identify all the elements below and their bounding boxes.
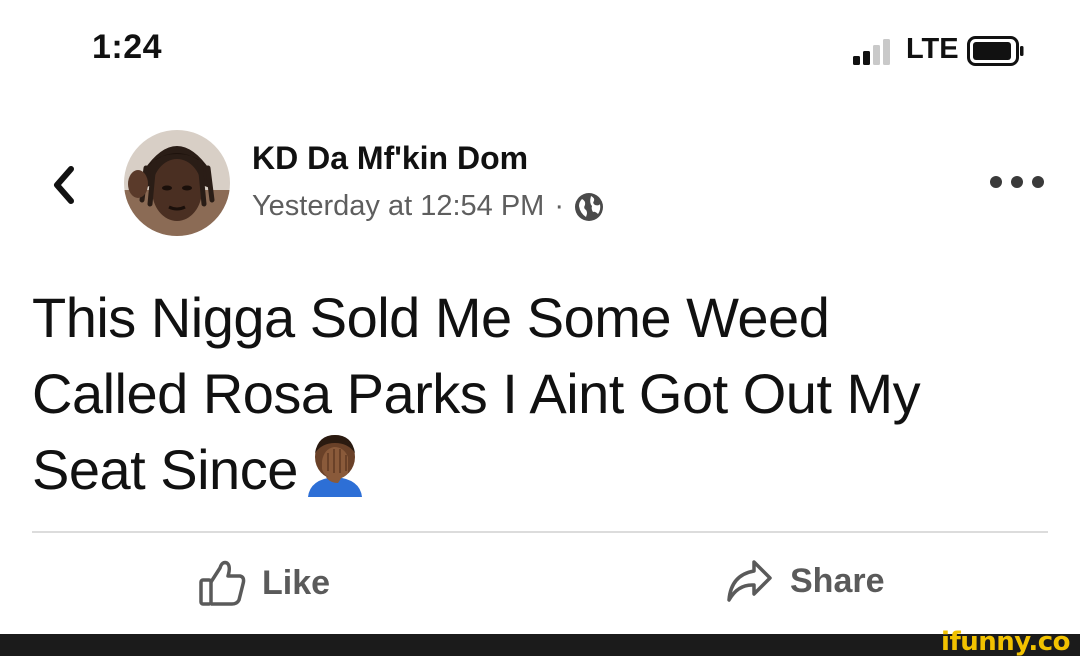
signal-strength-icon — [853, 39, 890, 65]
globe-icon[interactable] — [574, 192, 604, 222]
status-bar: 1:24 LTE — [0, 0, 1080, 100]
action-bar: Like Share — [0, 550, 1080, 630]
author-name[interactable]: KD Da Mf'kin Dom — [252, 140, 528, 177]
post-text: This Nigga Sold Me Some Weed Called Rosa… — [32, 280, 1042, 508]
post-text-line-last: Seat Since — [32, 432, 1042, 508]
author-avatar[interactable] — [124, 130, 230, 236]
post-header: KD Da Mf'kin Dom Yesterday at 12:54 PM · — [0, 120, 1080, 250]
post-meta: Yesterday at 12:54 PM · — [252, 190, 604, 223]
share-button[interactable]: Share — [724, 558, 885, 604]
post-text-line: Called Rosa Parks I Aint Got Out My — [32, 362, 921, 425]
more-dot-icon — [990, 176, 1002, 188]
more-dot-icon — [1011, 176, 1023, 188]
avatar-image — [124, 130, 230, 236]
back-button[interactable] — [44, 160, 84, 210]
thumbs-up-icon — [199, 560, 246, 606]
like-button[interactable]: Like — [198, 558, 330, 608]
facepalm-icon — [307, 435, 362, 497]
network-type: LTE — [906, 33, 959, 65]
more-options-button[interactable] — [990, 170, 1044, 194]
more-dot-icon — [1032, 176, 1044, 188]
ifunny-watermark: ifunny.co — [941, 627, 1070, 656]
like-label: Like — [262, 563, 331, 602]
share-label: Share — [790, 561, 885, 600]
battery-icon — [967, 36, 1024, 66]
status-time: 1:24 — [92, 28, 163, 66]
meta-separator: · — [554, 190, 565, 222]
watermark-bar: ifunny.co — [0, 627, 1080, 656]
share-arrow-icon — [727, 560, 772, 602]
post-timestamp[interactable]: Yesterday at 12:54 PM — [252, 190, 544, 223]
post-text-line: This Nigga Sold Me Some Weed — [32, 286, 830, 349]
post-text-line: Seat Since — [32, 438, 298, 501]
action-divider — [32, 531, 1048, 533]
chevron-left-icon — [54, 166, 74, 204]
